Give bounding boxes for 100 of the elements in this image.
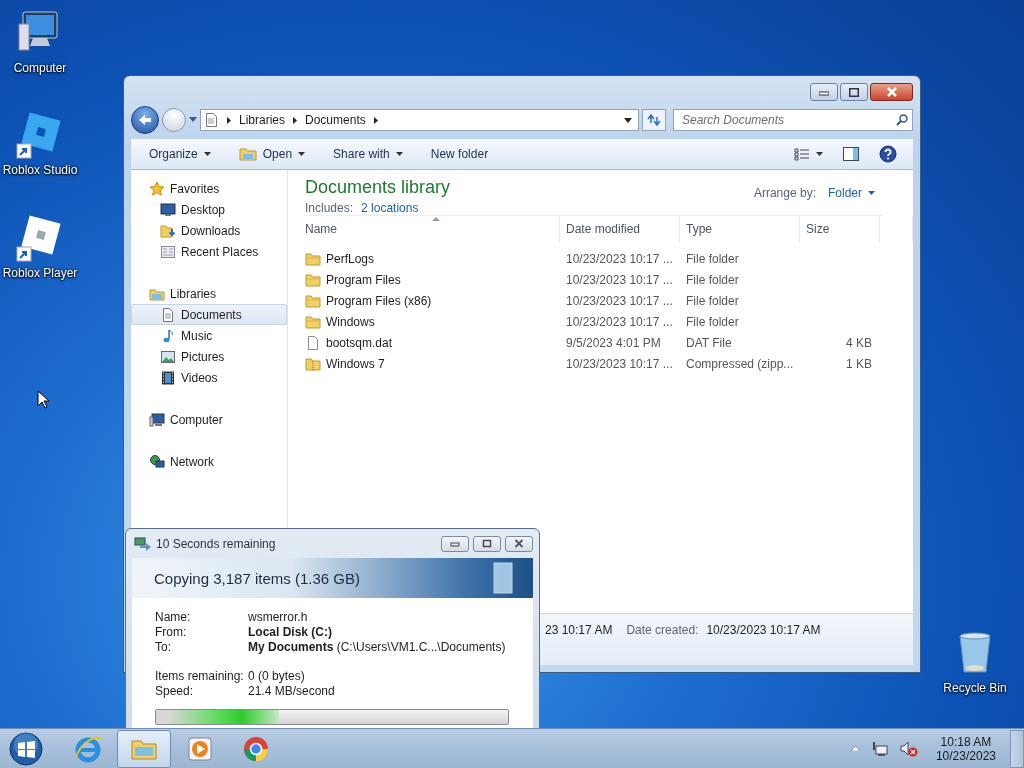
date-created-value: 10/23/2023 10:17 AM (706, 623, 821, 639)
muted-speaker-icon[interactable] (899, 740, 918, 757)
minimize-icon (450, 539, 460, 548)
document-icon (160, 306, 176, 323)
folder-icon (238, 146, 257, 162)
maximize-button[interactable] (840, 83, 868, 101)
file-name-cell[interactable]: Windows (305, 313, 560, 330)
sidebar-item[interactable]: Music (131, 325, 287, 346)
copy-progress-icon (134, 536, 152, 551)
table-cell-text: 4 KB (845, 335, 873, 350)
field-label: Name: (155, 610, 192, 625)
icon-label[interactable]: Roblox Studio (2, 163, 78, 177)
table-cell-text: 10/23/2023 10:17 ... (565, 251, 674, 266)
toolbar-button[interactable]: New folder (422, 143, 497, 165)
search-field[interactable]: Search Documents (673, 109, 913, 131)
sidebar-item[interactable]: Downloads (131, 220, 287, 241)
close-icon (885, 87, 898, 97)
refresh-button[interactable] (642, 109, 666, 131)
file-name-cell[interactable]: Windows 7 (305, 355, 560, 372)
network-icon[interactable] (871, 740, 888, 757)
arrow-left-icon (138, 114, 152, 126)
mouse-pointer-icon (37, 390, 49, 409)
close-icon (514, 539, 524, 548)
folder-icon (305, 271, 321, 288)
field-label: From: (155, 625, 188, 640)
help-icon (879, 145, 897, 163)
close-button[interactable] (870, 83, 913, 101)
caret-down-icon (816, 152, 823, 156)
table-cell-text: File folder (685, 251, 740, 266)
start-button[interactable] (6, 729, 46, 768)
folder-icon (305, 250, 321, 267)
preview-pane-icon (843, 147, 859, 161)
copy-heading: Copying 3,187 items (1.36 GB) (154, 569, 360, 587)
sidebar-item[interactable]: Pictures (131, 346, 287, 367)
column-header[interactable]: Name (305, 216, 560, 242)
sidebar-item[interactable]: Recent Places (131, 241, 287, 262)
column-header[interactable]: Date modified (560, 216, 680, 242)
icon-label[interactable]: Roblox Player (2, 266, 78, 280)
taskbar-button[interactable] (117, 729, 171, 768)
breadcrumb-item[interactable]: Documents (305, 113, 366, 127)
date-created-label: Date created: (626, 623, 699, 639)
network-icon (149, 453, 165, 470)
field-value: 0 (0 bytes) (248, 669, 306, 684)
caret-down-icon (395, 152, 403, 156)
document-icon (205, 112, 219, 128)
address-bar[interactable]: Libraries Documents (200, 109, 639, 131)
breadcrumb-item[interactable]: Libraries (239, 113, 286, 127)
column-header[interactable]: Size (800, 216, 880, 242)
search-icon (896, 114, 908, 126)
table-cell-text: File folder (685, 314, 740, 329)
icon-label[interactable]: Computer (13, 61, 67, 75)
show-hidden-icons-icon[interactable] (850, 746, 860, 751)
icon-label[interactable]: Recycle Bin (943, 681, 1007, 695)
document-glow-icon (493, 562, 513, 594)
history-dropdown-icon[interactable] (189, 117, 197, 123)
maximize-icon (849, 87, 859, 97)
chevron-right-icon[interactable] (227, 116, 231, 124)
table-cell-text: DAT File (685, 335, 733, 350)
start-orb-icon (8, 730, 44, 767)
computer-icon (149, 411, 165, 428)
file-name-cell[interactable]: PerfLogs (305, 250, 560, 267)
sidebar-item[interactable]: Network (131, 451, 287, 472)
sidebar-item[interactable]: Libraries (131, 283, 287, 304)
film-icon (160, 369, 176, 386)
sidebar-item[interactable]: Documents (131, 304, 287, 325)
dropdown-caret-icon[interactable] (624, 117, 632, 123)
sidebar-item[interactable]: Desktop (131, 199, 287, 220)
menu-button[interactable]: Organize (141, 143, 219, 165)
dialog-title: 10 Seconds remaining (156, 536, 277, 551)
maximize-button[interactable] (473, 535, 501, 552)
arrange-by-dropdown[interactable]: Folder (828, 186, 875, 200)
table-cell-text: 9/5/2023 4:01 PM (565, 335, 662, 350)
recent-places-icon (160, 243, 176, 260)
library-title: Documents library (305, 177, 451, 198)
open-button[interactable]: Open (230, 142, 314, 166)
folder-icon (305, 292, 321, 309)
sidebar-item[interactable]: Computer (131, 409, 287, 430)
chevron-right-icon[interactable] (373, 116, 378, 124)
table-cell-text: 10/23/2023 10:17 ... (565, 272, 674, 287)
file-name-cell[interactable]: Program Files (305, 271, 560, 288)
field-label: Items remaining: (155, 669, 245, 684)
locations-link[interactable]: 2 locations (361, 201, 419, 215)
clock[interactable]: 10:18 AM 10/23/2023 (929, 734, 1002, 763)
menu-button[interactable]: Share with (325, 143, 411, 165)
browser-round-icon (242, 734, 270, 763)
caret-down-icon (868, 191, 875, 195)
field-value: wsmerror.h (248, 610, 309, 625)
file-name-cell[interactable]: bootsqm.dat (305, 334, 560, 351)
file-name-cell[interactable]: Program Files (x86) (305, 292, 560, 309)
download-folder-icon (160, 222, 176, 239)
date-text: 23 10:17 AM (545, 623, 613, 639)
sidebar-item[interactable]: Videos (131, 367, 287, 388)
caret-down-icon (203, 152, 211, 156)
sidebar-item[interactable]: Favorites (131, 178, 287, 199)
column-header[interactable]: Type (680, 216, 800, 242)
chevron-right-icon[interactable] (293, 116, 298, 124)
close-button[interactable] (505, 535, 533, 552)
back-button[interactable] (131, 106, 159, 134)
picture-icon (160, 348, 176, 365)
field-label: Speed: (155, 684, 195, 699)
